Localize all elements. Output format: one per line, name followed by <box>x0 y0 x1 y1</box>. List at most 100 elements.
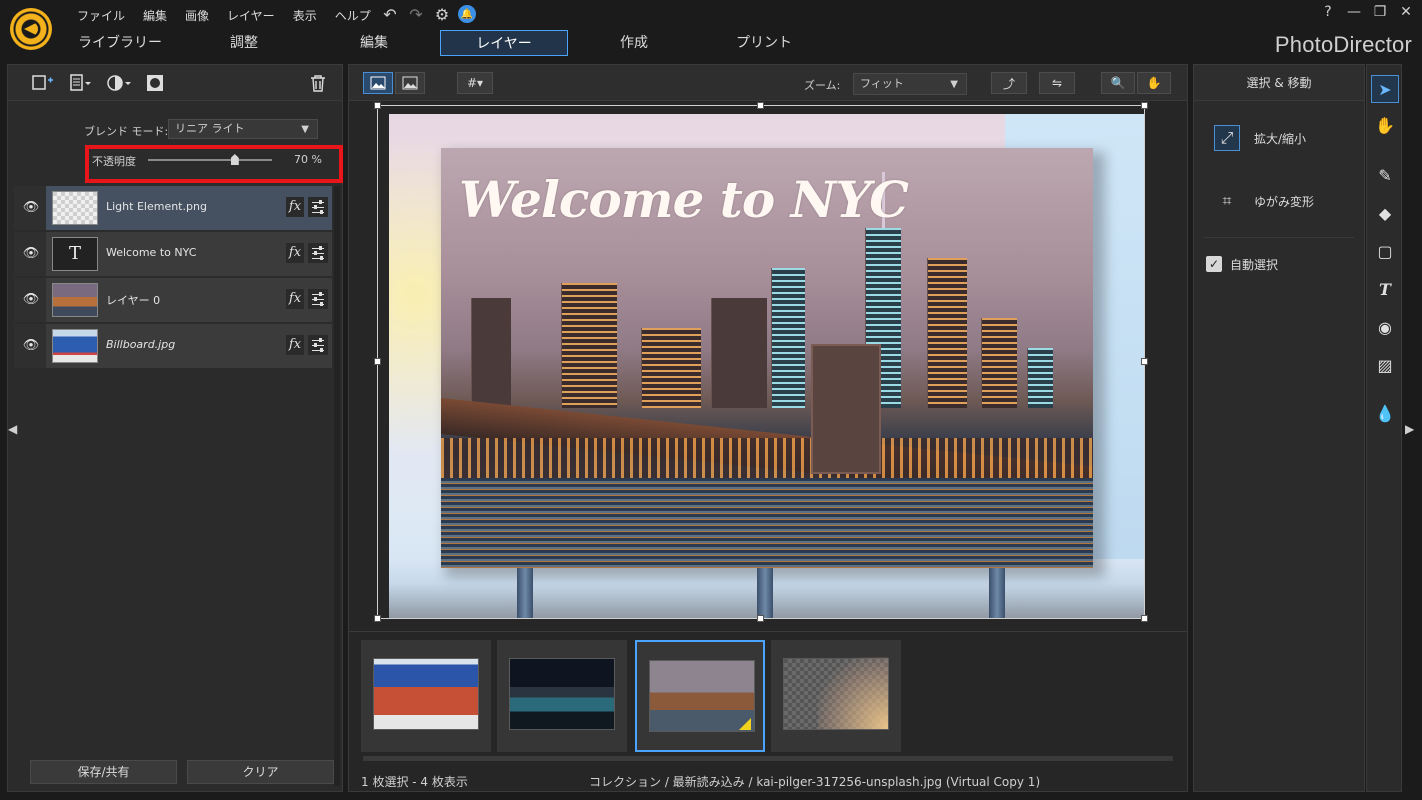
compare-view-icon[interactable] <box>395 72 425 94</box>
menu-view[interactable]: 表示 <box>284 6 326 26</box>
collapse-right-icon[interactable]: ▶ <box>1405 422 1414 436</box>
fx-icon[interactable]: fx <box>286 289 304 309</box>
adjust-sliders-icon[interactable] <box>308 197 328 217</box>
chevron-down-icon: ▼ <box>301 124 309 135</box>
resize-handle[interactable] <box>757 102 764 109</box>
window-controls: ? — ❐ ✕ <box>1320 4 1414 20</box>
resize-handle[interactable] <box>374 615 381 622</box>
scale-option[interactable]: ⤢ 拡大/縮小 <box>1214 124 1306 152</box>
filmstrip-item[interactable] <box>771 640 901 752</box>
selection-frame[interactable] <box>377 105 1145 619</box>
gear-icon[interactable]: ⚙ <box>432 4 452 24</box>
app-logo <box>10 8 52 50</box>
auto-select-checkbox[interactable]: ✓ <box>1206 256 1222 272</box>
undo-icon[interactable]: ↶ <box>380 4 400 24</box>
filmstrip-item[interactable] <box>497 640 627 752</box>
layer-row[interactable]: 👁 Light Element.png fx <box>14 186 332 230</box>
minimize-button[interactable]: — <box>1346 4 1362 20</box>
save-share-button[interactable]: 保存/共有 <box>30 760 177 784</box>
layer-name: レイヤー 0 <box>106 294 161 307</box>
blend-mode-select[interactable]: リニア ライト ▼ <box>168 119 318 139</box>
layer-menu-icon[interactable] <box>70 73 92 93</box>
resize-handle[interactable] <box>1141 615 1148 622</box>
layer-name: Billboard.jpg <box>106 338 176 351</box>
move-tool-icon[interactable]: ➤ <box>1371 75 1399 103</box>
blur-drop-icon[interactable]: 💧 <box>1371 399 1399 427</box>
menu-file[interactable]: ファイル <box>68 6 134 26</box>
filmstrip-item[interactable] <box>361 640 491 752</box>
layers-footer: 保存/共有 クリア <box>30 760 334 784</box>
text-tool-icon[interactable]: T <box>1371 275 1399 303</box>
tab-adjust[interactable]: 調整 <box>180 30 308 56</box>
restore-button[interactable]: ❐ <box>1372 4 1388 20</box>
auto-select-option[interactable]: ✓ 自動選択 <box>1206 250 1278 278</box>
menu-layer[interactable]: レイヤー <box>218 6 284 26</box>
layer-row[interactable]: 👁 レイヤー 0 fx <box>14 278 332 322</box>
trash-icon[interactable] <box>310 73 326 93</box>
distort-option[interactable]: ⌗ ゆがみ変形 <box>1214 187 1314 215</box>
quick-tools: ↶ ↷ ⚙ 🔔 <box>380 4 476 24</box>
chevron-down-icon: ▼ <box>950 79 958 90</box>
filmstrip-thumbnail <box>649 660 755 732</box>
eye-icon[interactable]: 👁 <box>22 291 40 309</box>
resize-handle[interactable] <box>1141 102 1148 109</box>
resize-handle[interactable] <box>374 358 381 365</box>
filmstrip-item[interactable] <box>635 640 765 752</box>
flip-icon[interactable]: ⇋ <box>1039 72 1075 94</box>
tab-create[interactable]: 作成 <box>570 30 698 56</box>
tab-library[interactable]: ライブラリー <box>62 30 178 56</box>
eye-icon[interactable]: 👁 <box>22 245 40 263</box>
fx-icon[interactable]: fx <box>286 197 304 217</box>
fx-icon[interactable]: fx <box>286 243 304 263</box>
add-layer-icon[interactable] <box>32 73 54 93</box>
mask-menu-icon[interactable] <box>106 73 132 93</box>
grid-icon[interactable]: #▾ <box>457 72 493 94</box>
help-button[interactable]: ? <box>1320 4 1336 20</box>
blend-mode-value: リニア ライト <box>175 122 245 135</box>
opacity-slider-track[interactable] <box>148 159 272 161</box>
tab-edit[interactable]: 編集 <box>310 30 438 56</box>
adjust-sliders-icon[interactable] <box>308 335 328 355</box>
layer-row[interactable]: 👁 Billboard.jpg fx <box>14 324 332 368</box>
eye-icon[interactable]: 👁 <box>22 337 40 355</box>
layer-thumbnail <box>52 191 98 225</box>
photodirector-window: ファイル 編集 画像 レイヤー 表示 ヘルプ ↶ ↷ ⚙ 🔔 ? — ❐ ✕ ラ… <box>0 0 1422 800</box>
gradient-icon[interactable]: ▨ <box>1371 351 1399 379</box>
layer-list-scrollbar[interactable] <box>334 186 340 786</box>
hand-tool-icon[interactable]: ✋ <box>1137 72 1171 94</box>
close-button[interactable]: ✕ <box>1398 4 1414 20</box>
single-view-icon[interactable] <box>363 72 393 94</box>
layer-row[interactable]: 👁 T Welcome to NYC fx <box>14 232 332 276</box>
pen-icon[interactable]: ✎ <box>1371 161 1399 189</box>
eye-icon[interactable]: 👁 <box>22 199 40 217</box>
tab-print[interactable]: プリント <box>700 30 828 56</box>
filmstrip-scrollbar[interactable] <box>363 756 1173 761</box>
rotate-icon[interactable]: ⤴ <box>991 72 1027 94</box>
adjust-sliders-icon[interactable] <box>308 243 328 263</box>
menu-image[interactable]: 画像 <box>176 6 218 26</box>
fill-bucket-icon[interactable]: ◉ <box>1371 313 1399 341</box>
scale-label: 拡大/縮小 <box>1254 131 1307 146</box>
resize-handle[interactable] <box>1141 358 1148 365</box>
resize-handle[interactable] <box>757 615 764 622</box>
module-tabs: ライブラリー 調整 編集 レイヤー 作成 プリント <box>62 30 830 56</box>
eraser-icon[interactable]: ◆ <box>1371 199 1399 227</box>
zoom-select[interactable]: フィット ▼ <box>853 73 967 95</box>
fx-icon[interactable]: fx <box>286 335 304 355</box>
bell-icon[interactable]: 🔔 <box>458 5 476 23</box>
resize-handle[interactable] <box>374 102 381 109</box>
layer-mask-icon[interactable] <box>146 73 164 93</box>
tab-layers[interactable]: レイヤー <box>440 30 568 56</box>
menu-edit[interactable]: 編集 <box>134 6 176 26</box>
auto-select-label: 自動選択 <box>1230 257 1279 272</box>
clear-button[interactable]: クリア <box>187 760 334 784</box>
collapse-left-icon[interactable]: ◀ <box>8 422 17 436</box>
menu-bar: ファイル 編集 画像 レイヤー 表示 ヘルプ <box>68 6 380 26</box>
adjust-sliders-icon[interactable] <box>308 289 328 309</box>
brush-select-icon[interactable]: ✋ <box>1371 111 1399 139</box>
menu-help[interactable]: ヘルプ <box>326 6 380 26</box>
rectangle-icon[interactable]: ▢ <box>1371 237 1399 265</box>
redo-icon[interactable]: ↷ <box>406 4 426 24</box>
layer-thumbnail <box>52 329 98 363</box>
zoom-tool-icon[interactable]: 🔍 <box>1101 72 1135 94</box>
